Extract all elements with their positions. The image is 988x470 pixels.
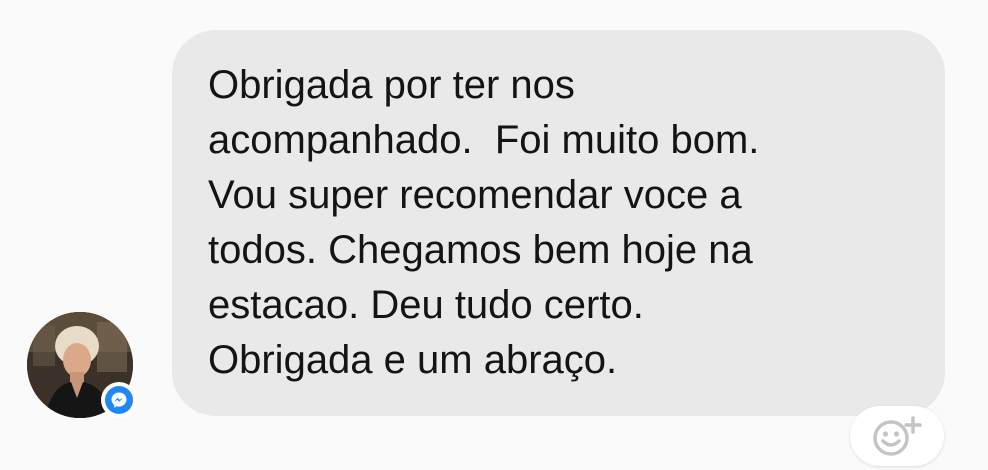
message-text: Obrigada por ter nos acompanhado. Foi mu…: [208, 63, 760, 382]
chat-screen: Obrigada por ter nos acompanhado. Foi mu…: [0, 0, 988, 470]
message-bubble[interactable]: Obrigada por ter nos acompanhado. Foi mu…: [172, 30, 945, 416]
add-reaction-button[interactable]: [850, 406, 944, 466]
add-reaction-icon: [873, 416, 922, 456]
messenger-badge: [101, 382, 137, 418]
messenger-icon: [111, 392, 127, 408]
